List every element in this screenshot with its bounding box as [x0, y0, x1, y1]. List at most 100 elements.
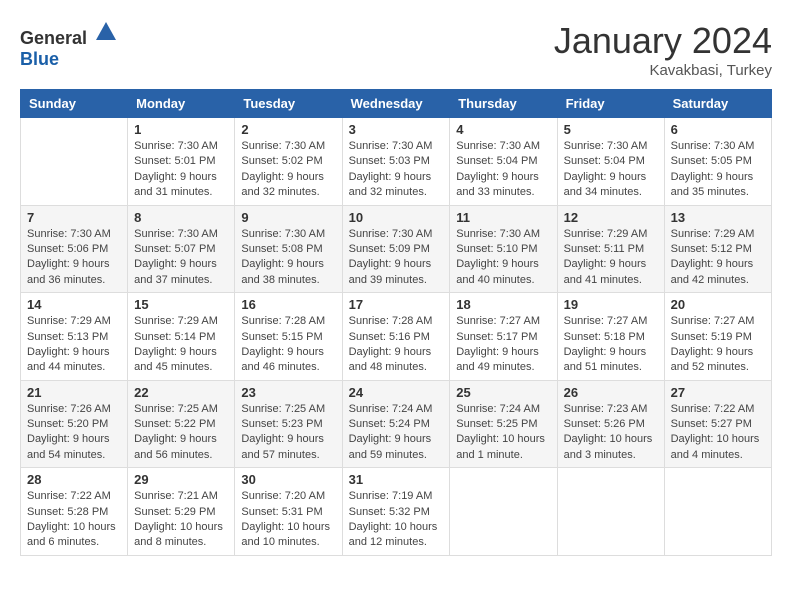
calendar-cell: 3Sunrise: 7:30 AM Sunset: 5:03 PM Daylig… — [342, 118, 450, 206]
calendar-cell: 10 Sunrise: 7:30 AM Sunset: 5:09 PM Dayli… — [342, 205, 450, 293]
day-info: Sunrise: 7:30 AM Sunset: 5:04 PM Dayligh… — [456, 139, 550, 201]
calendar-cell: 8 Sunrise: 7:30 AM Sunset: 5:07 PM Daylig… — [128, 205, 235, 293]
calendar-cell: 30 Sunrise: 7:20 AM Sunset: 5:31 PM Dayli… — [235, 468, 342, 556]
logo-icon — [94, 20, 118, 44]
day-info: Sunrise: 7:30 AM Sunset: 5:05 PM Dayligh… — [671, 139, 765, 201]
calendar-cell: 26 Sunrise: 7:23 AM Sunset: 5:26 PM Dayli… — [557, 380, 664, 468]
day-number: 19 — [564, 297, 658, 312]
calendar-cell: 20 Sunrise: 7:27 AM Sunset: 5:19 PM Dayli… — [664, 293, 771, 381]
calendar-cell: 21 Sunrise: 7:26 AM Sunset: 5:20 PM Dayli… — [21, 380, 128, 468]
calendar-week-row: 1 Sunrise: 7:30 AM Sunset: 5:01 PM Daylig… — [21, 118, 772, 206]
logo-general: General — [20, 28, 87, 48]
calendar-cell: 1 Sunrise: 7:30 AM Sunset: 5:01 PM Daylig… — [128, 118, 235, 206]
day-number: 7 — [27, 210, 121, 225]
calendar-day-header: Sunday — [21, 90, 128, 118]
calendar-cell: 27 Sunrise: 7:22 AM Sunset: 5:27 PM Dayli… — [664, 380, 771, 468]
calendar-day-header: Tuesday — [235, 90, 342, 118]
day-info: Sunrise: 7:24 AM Sunset: 5:25 PM Dayligh… — [456, 402, 550, 464]
day-number: 31 — [349, 472, 444, 487]
day-number: 6 — [671, 122, 765, 137]
calendar-week-row: 7 Sunrise: 7:30 AM Sunset: 5:06 PM Daylig… — [21, 205, 772, 293]
day-number: 15 — [134, 297, 228, 312]
calendar-week-row: 21 Sunrise: 7:26 AM Sunset: 5:20 PM Dayli… — [21, 380, 772, 468]
calendar-cell: 31 Sunrise: 7:19 AM Sunset: 5:32 PM Dayli… — [342, 468, 450, 556]
day-info: Sunrise: 7:29 AM Sunset: 5:12 PM Dayligh… — [671, 227, 765, 289]
day-number: 20 — [671, 297, 765, 312]
day-number: 12 — [564, 210, 658, 225]
calendar-cell: 17 Sunrise: 7:28 AM Sunset: 5:16 PM Dayli… — [342, 293, 450, 381]
calendar-cell — [664, 468, 771, 556]
day-number: 26 — [564, 385, 658, 400]
day-info: Sunrise: 7:20 AM Sunset: 5:31 PM Dayligh… — [241, 489, 335, 551]
calendar-cell: 18Sunrise: 7:27 AM Sunset: 5:17 PM Dayli… — [450, 293, 557, 381]
day-info: Sunrise: 7:29 AM Sunset: 5:11 PM Dayligh… — [564, 227, 658, 289]
calendar-header-row: SundayMondayTuesdayWednesdayThursdayFrid… — [21, 90, 772, 118]
day-info: Sunrise: 7:25 AM Sunset: 5:22 PM Dayligh… — [134, 402, 228, 464]
calendar-cell: 16Sunrise: 7:28 AM Sunset: 5:15 PM Dayli… — [235, 293, 342, 381]
day-number: 27 — [671, 385, 765, 400]
day-info: Sunrise: 7:22 AM Sunset: 5:27 PM Dayligh… — [671, 402, 765, 464]
day-number: 21 — [27, 385, 121, 400]
calendar-cell: 19Sunrise: 7:27 AM Sunset: 5:18 PM Dayli… — [557, 293, 664, 381]
day-info: Sunrise: 7:28 AM Sunset: 5:15 PM Dayligh… — [241, 314, 335, 376]
day-info: Sunrise: 7:29 AM Sunset: 5:14 PM Dayligh… — [134, 314, 228, 376]
day-number: 5 — [564, 122, 658, 137]
day-number: 9 — [241, 210, 335, 225]
day-info: Sunrise: 7:19 AM Sunset: 5:32 PM Dayligh… — [349, 489, 444, 551]
calendar-cell: 4Sunrise: 7:30 AM Sunset: 5:04 PM Daylig… — [450, 118, 557, 206]
calendar-cell: 28Sunrise: 7:22 AM Sunset: 5:28 PM Dayli… — [21, 468, 128, 556]
calendar-cell: 15 Sunrise: 7:29 AM Sunset: 5:14 PM Dayli… — [128, 293, 235, 381]
day-number: 29 — [134, 472, 228, 487]
calendar-cell: 5 Sunrise: 7:30 AM Sunset: 5:04 PM Daylig… — [557, 118, 664, 206]
day-number: 18 — [456, 297, 550, 312]
day-number: 22 — [134, 385, 228, 400]
calendar-cell: 23Sunrise: 7:25 AM Sunset: 5:23 PM Dayli… — [235, 380, 342, 468]
calendar-cell: 13 Sunrise: 7:29 AM Sunset: 5:12 PM Dayli… — [664, 205, 771, 293]
location-subtitle: Kavakbasi, Turkey — [554, 62, 772, 79]
day-info: Sunrise: 7:30 AM Sunset: 5:07 PM Dayligh… — [134, 227, 228, 289]
calendar-cell: 9 Sunrise: 7:30 AM Sunset: 5:08 PM Daylig… — [235, 205, 342, 293]
page-header: General Blue January 2024 Kavakbasi, Tur… — [20, 20, 772, 79]
logo-text: General Blue — [20, 20, 118, 70]
day-info: Sunrise: 7:30 AM Sunset: 5:10 PM Dayligh… — [456, 227, 550, 289]
day-number: 8 — [134, 210, 228, 225]
day-number: 17 — [349, 297, 444, 312]
day-number: 13 — [671, 210, 765, 225]
calendar-cell — [450, 468, 557, 556]
calendar-day-header: Saturday — [664, 90, 771, 118]
day-number: 30 — [241, 472, 335, 487]
day-number: 1 — [134, 122, 228, 137]
day-info: Sunrise: 7:30 AM Sunset: 5:03 PM Dayligh… — [349, 139, 444, 201]
calendar-cell: 12 Sunrise: 7:29 AM Sunset: 5:11 PM Dayli… — [557, 205, 664, 293]
day-info: Sunrise: 7:30 AM Sunset: 5:06 PM Dayligh… — [27, 227, 121, 289]
day-number: 25 — [456, 385, 550, 400]
calendar-table: SundayMondayTuesdayWednesdayThursdayFrid… — [20, 89, 772, 556]
calendar-cell: 22 Sunrise: 7:25 AM Sunset: 5:22 PM Dayli… — [128, 380, 235, 468]
calendar-cell: 25 Sunrise: 7:24 AM Sunset: 5:25 PM Dayli… — [450, 380, 557, 468]
day-number: 14 — [27, 297, 121, 312]
day-info: Sunrise: 7:30 AM Sunset: 5:08 PM Dayligh… — [241, 227, 335, 289]
calendar-day-header: Friday — [557, 90, 664, 118]
day-info: Sunrise: 7:24 AM Sunset: 5:24 PM Dayligh… — [349, 402, 444, 464]
day-info: Sunrise: 7:23 AM Sunset: 5:26 PM Dayligh… — [564, 402, 658, 464]
calendar-week-row: 14 Sunrise: 7:29 AM Sunset: 5:13 PM Dayli… — [21, 293, 772, 381]
day-info: Sunrise: 7:28 AM Sunset: 5:16 PM Dayligh… — [349, 314, 444, 376]
day-number: 28 — [27, 472, 121, 487]
logo-blue: Blue — [20, 49, 59, 69]
title-area: January 2024 Kavakbasi, Turkey — [554, 20, 772, 79]
day-number: 11 — [456, 210, 550, 225]
day-info: Sunrise: 7:30 AM Sunset: 5:01 PM Dayligh… — [134, 139, 228, 201]
day-number: 10 — [349, 210, 444, 225]
day-info: Sunrise: 7:21 AM Sunset: 5:29 PM Dayligh… — [134, 489, 228, 551]
day-info: Sunrise: 7:30 AM Sunset: 5:09 PM Dayligh… — [349, 227, 444, 289]
calendar-cell: 11 Sunrise: 7:30 AM Sunset: 5:10 PM Dayli… — [450, 205, 557, 293]
day-info: Sunrise: 7:30 AM Sunset: 5:04 PM Dayligh… — [564, 139, 658, 201]
calendar-cell: 7 Sunrise: 7:30 AM Sunset: 5:06 PM Daylig… — [21, 205, 128, 293]
calendar-cell: 24Sunrise: 7:24 AM Sunset: 5:24 PM Dayli… — [342, 380, 450, 468]
calendar-cell: 29 Sunrise: 7:21 AM Sunset: 5:29 PM Dayli… — [128, 468, 235, 556]
day-info: Sunrise: 7:26 AM Sunset: 5:20 PM Dayligh… — [27, 402, 121, 464]
day-info: Sunrise: 7:27 AM Sunset: 5:19 PM Dayligh… — [671, 314, 765, 376]
day-info: Sunrise: 7:29 AM Sunset: 5:13 PM Dayligh… — [27, 314, 121, 376]
logo: General Blue — [20, 20, 118, 70]
calendar-cell — [21, 118, 128, 206]
